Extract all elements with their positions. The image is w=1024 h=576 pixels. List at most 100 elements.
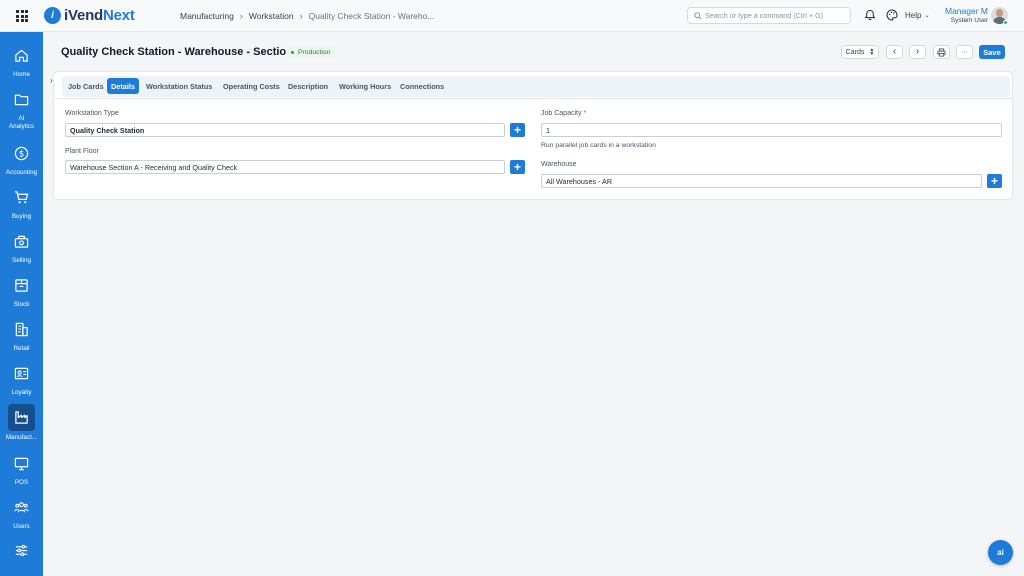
sidebar-toggle-chevron-icon[interactable]: › <box>50 76 53 85</box>
view-select[interactable]: Cards ▲ ▼ <box>841 45 879 59</box>
plant-floor-field[interactable]: Warehouse Section A - Receiving and Qual… <box>65 160 505 174</box>
status-dot-icon <box>291 50 294 54</box>
printer-icon <box>937 47 946 57</box>
svg-text:$: $ <box>19 148 24 158</box>
plus-icon: + <box>513 123 521 137</box>
tab-workstation-status[interactable]: Workstation Status <box>142 78 216 94</box>
online-status-dot <box>1003 20 1008 25</box>
status-badge-label: Production <box>298 48 331 56</box>
warehouse-field[interactable]: All Warehouses - AR <box>541 174 982 188</box>
users-icon <box>9 494 35 520</box>
tab-details[interactable]: Details <box>107 78 139 94</box>
sidebar-item-label: Buying <box>11 213 32 220</box>
factory-icon <box>8 404 35 431</box>
sidebar-item-buying[interactable]: Buying <box>0 184 43 228</box>
breadcrumb: Manufacturing › Workstation › Quality Ch… <box>180 11 434 21</box>
tab-job-cards[interactable]: Job Cards <box>64 78 108 94</box>
sidebar-item-label: Stock <box>13 301 30 308</box>
sidebar-item-pos[interactable]: POS <box>0 450 43 494</box>
sidebar-item-label: Selling <box>12 257 31 264</box>
updown-icon: ▲ ▼ <box>869 47 875 57</box>
user-name: Manager M <box>945 6 988 16</box>
tab-operating-costs[interactable]: Operating Costs <box>219 78 284 94</box>
breadcrumb-item-current: Quality Check Station - Wareho... <box>308 11 435 21</box>
sidebar-item-ai-analytics[interactable]: AI Analytics <box>0 86 43 130</box>
sidebar-item-stock[interactable]: Stock <box>0 272 43 316</box>
help-label: Help <box>905 11 922 20</box>
add-workstation-type-button[interactable]: + <box>510 123 525 137</box>
tab-divider <box>54 98 1012 99</box>
save-button[interactable]: Save <box>979 45 1005 59</box>
next-record-button[interactable]: › <box>909 45 926 59</box>
sliders-icon <box>9 537 35 563</box>
chevron-down-icon: ⌄ <box>924 13 930 19</box>
monitor-icon <box>9 450 35 476</box>
apps-grid-icon[interactable] <box>16 10 28 22</box>
palette-icon[interactable] <box>886 9 898 21</box>
sidebar-item-label: Accounting <box>5 169 38 176</box>
home-icon <box>9 42 35 68</box>
tab-connections[interactable]: Connections <box>396 78 448 94</box>
job-capacity-label-text: Job Capacity <box>541 110 582 117</box>
search-input[interactable]: Search or type a command (Ctrl + G) <box>687 7 851 24</box>
cart-icon <box>9 184 35 210</box>
sidebar-item-accounting[interactable]: $ Accounting <box>0 140 43 184</box>
bell-icon[interactable] <box>864 9 876 21</box>
job-capacity-help-text: Run parallel job cards in a workstation <box>541 142 656 149</box>
sidebar-item-users[interactable]: Users <box>0 494 43 538</box>
app-logo[interactable]: i iVendNext <box>44 7 135 24</box>
required-mark: * <box>583 110 587 117</box>
store-icon <box>9 316 35 342</box>
user-info[interactable]: Manager M System User <box>940 6 988 25</box>
chevron-right-icon: › <box>239 11 243 21</box>
more-icon: ··· <box>961 48 968 56</box>
tab-working-hours[interactable]: Working Hours <box>335 78 395 94</box>
sidebar-item-retail[interactable]: Retail <box>0 316 43 360</box>
search-icon <box>694 11 702 20</box>
logo-text: iVendNext <box>64 7 135 24</box>
sidebar-item-home[interactable]: Home <box>0 42 43 86</box>
dollar-icon: $ <box>9 140 35 166</box>
logo-text-part2: Next <box>103 7 135 24</box>
sidebar-item-label: POS <box>14 479 29 486</box>
sidebar-item-label: Home <box>13 71 30 78</box>
add-plant-floor-button[interactable]: + <box>510 160 525 174</box>
print-button[interactable] <box>933 45 950 59</box>
warehouse-label: Warehouse <box>541 161 577 168</box>
sidebar-item-selling[interactable]: Selling <box>0 228 43 272</box>
page-title: Quality Check Station - Warehouse - Sect… <box>61 46 304 58</box>
add-warehouse-button[interactable]: + <box>987 174 1002 188</box>
workstation-type-label: Workstation Type <box>65 110 119 117</box>
sidebar-item-label: Manufact... <box>5 434 38 441</box>
help-menu[interactable]: Help ⌄ <box>905 11 929 20</box>
plant-floor-label: Plant Floor <box>65 148 99 155</box>
sidebar-item-settings[interactable] <box>0 537 43 576</box>
search-placeholder: Search or type a command (Ctrl + G) <box>705 11 824 20</box>
sidebar-item-label: AI Analytics <box>8 115 35 130</box>
register-icon <box>9 228 35 254</box>
sidebar: Home AI Analytics $ Accounting Buying Se… <box>0 32 43 576</box>
breadcrumb-item-manufacturing[interactable]: Manufacturing <box>180 11 234 21</box>
user-role: System User <box>950 17 988 24</box>
job-capacity-label: Job Capacity * <box>541 110 586 117</box>
plus-icon: + <box>513 160 521 174</box>
id-card-icon <box>9 360 35 386</box>
folder-icon <box>9 86 35 112</box>
previous-record-button[interactable]: ‹ <box>886 45 903 59</box>
more-actions-button[interactable]: ··· <box>956 45 973 59</box>
sidebar-item-label: Loyalty <box>11 389 32 396</box>
tab-description[interactable]: Description <box>284 78 332 94</box>
logo-text-part1: iVend <box>64 7 104 24</box>
box-icon <box>9 272 35 298</box>
logo-mark-icon: i <box>44 7 61 24</box>
top-bar: i iVendNext Manufacturing › Workstation … <box>0 0 1024 32</box>
sidebar-item-label: Retail <box>13 345 30 352</box>
chevron-left-icon: ‹ <box>892 46 897 57</box>
breadcrumb-item-workstation[interactable]: Workstation <box>249 11 294 21</box>
status-badge: Production <box>286 46 336 58</box>
ai-assistant-button[interactable]: ai <box>988 540 1013 565</box>
sidebar-item-loyalty[interactable]: Loyalty <box>0 360 43 404</box>
sidebar-item-manufacturing[interactable]: Manufact... <box>0 404 43 448</box>
workstation-type-field[interactable]: Quality Check Station <box>65 123 505 137</box>
job-capacity-field[interactable]: 1 <box>541 123 1002 137</box>
